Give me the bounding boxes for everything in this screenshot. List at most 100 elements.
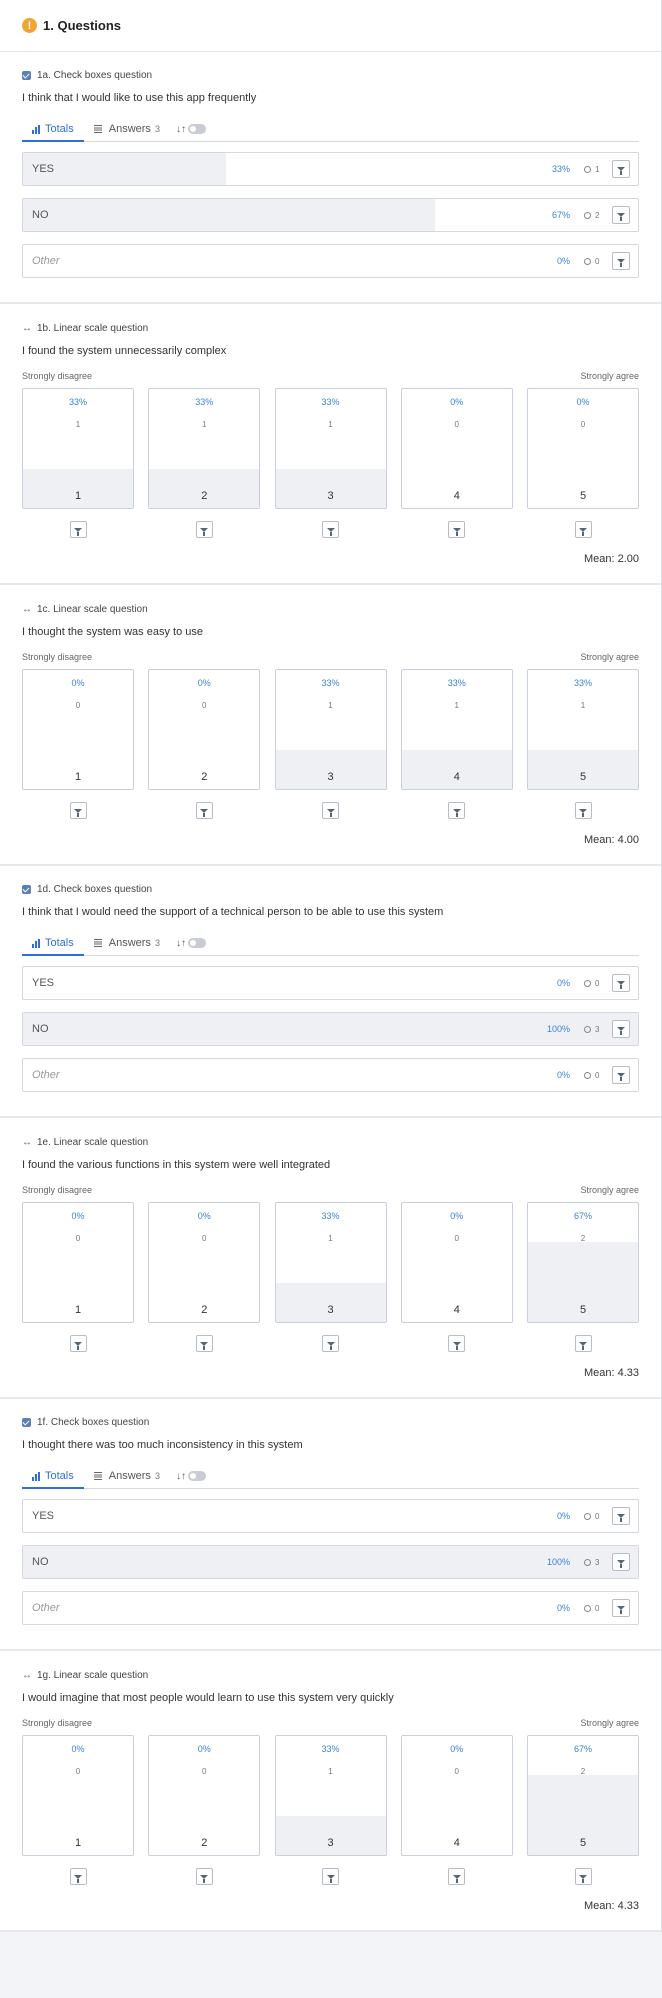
filter-icon: [452, 527, 461, 536]
scale-count: 1: [202, 420, 207, 429]
scale-percent: 33%: [321, 678, 340, 688]
tab-totals-label: Totals: [45, 937, 74, 949]
scale-percent: 0%: [197, 1211, 211, 1221]
filter-button[interactable]: [574, 1868, 592, 1885]
sort-toggle[interactable]: ↓↑: [170, 931, 206, 955]
filter-button[interactable]: [612, 1507, 630, 1525]
filter-button[interactable]: [612, 1020, 630, 1038]
filter-icon: [579, 808, 587, 817]
scale-percent: 0%: [71, 1211, 85, 1221]
mean-value: Mean: 4.00: [583, 834, 639, 846]
tab-totals[interactable]: Totals: [22, 1464, 84, 1489]
filter-button[interactable]: [574, 802, 592, 819]
toggle-switch[interactable]: [187, 124, 206, 134]
option-row: YES 33% 1: [22, 152, 639, 186]
sort-toggle[interactable]: ↓↑: [170, 117, 206, 141]
scale-box: 0% 0 1: [22, 1735, 134, 1856]
scale-number: 4: [453, 1304, 460, 1316]
filter-button[interactable]: [612, 206, 630, 224]
option-percent: 100%: [546, 1557, 570, 1567]
filter-button[interactable]: [322, 521, 339, 538]
filter-icon: [617, 259, 625, 267]
checkbox-question-icon: [22, 1417, 31, 1427]
mean-value: Mean: 4.33: [583, 1367, 639, 1379]
toggle-switch[interactable]: [187, 938, 206, 948]
scale-number: 2: [201, 1304, 208, 1316]
filter-icon: [200, 1341, 209, 1350]
filter-button[interactable]: [448, 1868, 466, 1885]
filter-button[interactable]: [69, 802, 87, 819]
person-icon: [584, 979, 591, 987]
filter-button[interactable]: [69, 521, 87, 538]
filter-button[interactable]: [612, 252, 630, 270]
linear-scale-icon: ↔: [22, 603, 32, 615]
scale-columns: 0% 0 1 0% 0 2 33% 1 3 0% 0 4 67% 2 5: [22, 1202, 639, 1352]
filter-button[interactable]: [195, 1335, 213, 1352]
option-count-value: 0: [595, 978, 600, 988]
scale-fill-bar: [401, 749, 512, 789]
scale-column: 33% 1 2: [148, 388, 261, 538]
linear-scale-icon: ↔: [22, 1136, 32, 1148]
list-icon: [93, 1472, 102, 1480]
section-title: 1. Questions: [43, 18, 122, 33]
filter-button[interactable]: [322, 1868, 339, 1885]
filter-button[interactable]: [69, 1868, 87, 1885]
question-type-label: 1d. Check boxes question: [37, 883, 153, 895]
bar-chart-icon: [32, 124, 40, 134]
filter-button[interactable]: [612, 1599, 630, 1617]
filter-button[interactable]: [574, 1335, 592, 1352]
scale-percent: 33%: [321, 1744, 340, 1754]
sort-toggle[interactable]: ↓↑: [170, 1464, 206, 1488]
filter-icon: [452, 1874, 461, 1883]
linear-scale-icon: ↔: [22, 322, 32, 334]
scale-box: 0% 0 5: [527, 388, 639, 509]
filter-button[interactable]: [612, 974, 630, 992]
scale-number: 3: [327, 490, 334, 502]
question-text: I found the system unnecessarily complex: [22, 345, 227, 357]
scale-right-label: Strongly agree: [580, 652, 639, 662]
question-section: ↔ 1e. Linear scale question I found the …: [0, 1118, 661, 1399]
filter-button[interactable]: [195, 1868, 213, 1885]
filter-icon: [326, 1874, 335, 1883]
scale-left-label: Strongly disagree: [22, 371, 93, 381]
tab-answers[interactable]: Answers 3: [84, 117, 170, 141]
filter-button[interactable]: [69, 1335, 87, 1352]
filter-button[interactable]: [448, 521, 466, 538]
question-section: 1d. Check boxes question I think that I …: [0, 866, 661, 1118]
question-type: 1a. Check boxes question: [22, 68, 639, 82]
tab-totals[interactable]: Totals: [22, 931, 84, 956]
scale-column: 67% 2 5: [527, 1202, 639, 1352]
filter-button[interactable]: [612, 1066, 630, 1084]
question-type: ↔ 1b. Linear scale question: [22, 321, 639, 335]
filter-button[interactable]: [612, 160, 630, 178]
question-type: ↔ 1e. Linear scale question: [22, 1135, 639, 1149]
scale-percent: 33%: [321, 1211, 340, 1221]
scale-count: 1: [328, 1234, 333, 1243]
tab-answers[interactable]: Answers 3: [84, 931, 170, 955]
option-label: NO: [32, 1556, 49, 1568]
scale-column: 33% 1 3: [274, 1735, 387, 1885]
person-icon: [584, 211, 591, 219]
scale-fill-bar: [23, 468, 133, 508]
scale-fill-bar: [275, 1815, 386, 1855]
scale-box: 33% 1 3: [274, 1735, 387, 1856]
results-panel: ! 1. Questions 1a. Check boxes question …: [0, 0, 662, 1932]
options-list: YES 33% 1 NO 67% 2 Other 0% 0: [22, 152, 639, 278]
view-tabs: Totals Answers 3 ↓↑: [22, 118, 639, 142]
scale-column: 0% 0 4: [400, 1735, 513, 1885]
tab-answers[interactable]: Answers 3: [84, 1464, 170, 1488]
filter-button[interactable]: [195, 802, 213, 819]
option-count: 2: [584, 211, 612, 220]
filter-button[interactable]: [612, 1553, 630, 1571]
filter-button[interactable]: [195, 521, 213, 538]
toggle-switch[interactable]: [187, 1471, 206, 1481]
scale-right-label: Strongly agree: [580, 1185, 639, 1195]
filter-button[interactable]: [322, 802, 339, 819]
tab-totals[interactable]: Totals: [22, 117, 84, 142]
scale-box: 0% 0 2: [148, 1202, 261, 1323]
filter-button[interactable]: [574, 521, 592, 538]
filter-button[interactable]: [448, 1335, 466, 1352]
filter-button[interactable]: [448, 802, 466, 819]
filter-button[interactable]: [322, 1335, 339, 1352]
scale-count: 0: [202, 1234, 207, 1243]
